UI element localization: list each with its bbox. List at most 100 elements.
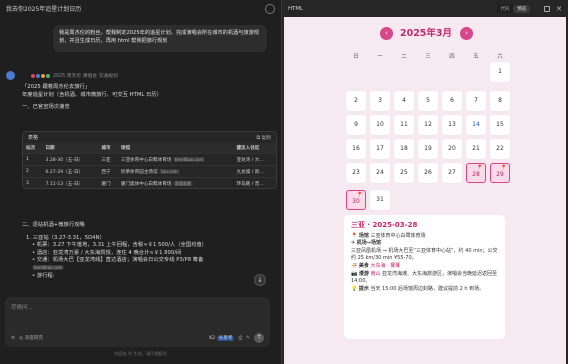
day-number: 29: [496, 171, 504, 178]
table-header: 站次: [23, 143, 43, 154]
event-title: 三亚 · 2025-03-28: [351, 221, 418, 229]
section-heading: 一、已官宣场次速览: [22, 104, 70, 110]
close-icon[interactable]: ✕: [556, 5, 562, 13]
weekday-label: 三: [425, 54, 431, 60]
refresh-icon[interactable]: [265, 3, 275, 14]
table-cell: 3: [23, 177, 43, 188]
calendar-day-today[interactable]: 14: [466, 115, 486, 135]
calendar-day[interactable]: 26: [418, 163, 438, 183]
chat-input-placeholder[interactable]: 尽情问...: [11, 303, 33, 311]
pin-icon: 📍: [351, 232, 358, 239]
calendar-day-concert[interactable]: 📍 30: [346, 190, 366, 210]
scroll-down-button[interactable]: ↓: [254, 274, 266, 286]
route-section: 二、逐站机酒+微旅行攻略 1. 三亚站（3.27-3.31，5D4N） • 机票…: [22, 222, 274, 280]
calendar-day[interactable]: 18: [394, 139, 414, 159]
source-chip[interactable]: lizu.com: [159, 168, 180, 174]
calendar-day[interactable]: 21: [466, 139, 486, 159]
table-cell: 6.27-29（五-日）: [42, 165, 99, 178]
table-cell: 厦门: [98, 177, 118, 188]
bulb-icon: 💡: [351, 285, 358, 292]
venue-text: 三亚体育中心白鹭体育场: [120, 157, 172, 163]
model-selector[interactable]: K2 长思考: [209, 335, 235, 341]
calendar-day[interactable]: 1: [490, 62, 510, 82]
table-cell: 西宁: [98, 165, 118, 178]
calendar-day[interactable]: 10: [370, 115, 390, 135]
source-chip[interactable]: bendibao.com: [32, 264, 65, 270]
calendar-day[interactable]: 20: [442, 139, 462, 159]
calendar-day[interactable]: 11: [394, 115, 414, 135]
view-toggle: 代码 预览: [496, 4, 531, 13]
weekday-label: 四: [449, 54, 455, 60]
calendar-day[interactable]: 13: [442, 115, 462, 135]
section-heading: 二、逐站机酒+微旅行攻略: [22, 222, 85, 228]
table-cell: 三亚体育中心白鹭体育场 bendibao.com: [117, 153, 234, 166]
calendar-day[interactable]: 27: [442, 163, 462, 183]
tour-row: 📷 漫游 南山 亚龙湾海滩、大东海旅游区，演唱会当晚延迟返回至 14:00。: [351, 271, 498, 286]
event-detail-card: 三亚 · 2025-03-28 📍 场馆 三亚体育中心白鹭体育场 ✈ 机场→场馆…: [344, 215, 505, 339]
calendar-canvas: ‹ 2025年3月 › 日 一 二 三 四 五 六 1 2 3 4 5 6 7 …: [284, 17, 566, 364]
food-value: 大东海 · 椰椰: [370, 262, 401, 269]
copy-button[interactable]: ⧉ 复制: [256, 134, 271, 141]
model-badge: 长思考: [216, 336, 235, 341]
day-number: 28: [472, 171, 480, 178]
sources-row[interactable]: 2025 周杰伦 演唱会 交通规划: [30, 72, 118, 79]
tip-text: 当天 15:00 后场馆周边封路，建议提前 2 h 到场。: [370, 285, 485, 292]
source-chip[interactable]: bendibao.com: [172, 156, 206, 162]
calendar-day[interactable]: 15: [490, 115, 510, 135]
calendar-day[interactable]: 24: [370, 163, 390, 183]
calendar-day[interactable]: 19: [418, 139, 438, 159]
assistant-avatar: [6, 71, 15, 80]
chat-input-box[interactable]: 尽情问... ⚙ ◎ 深度研究 K2 长思考 ⎙ ✎ ↑: [5, 297, 270, 347]
calendar-day[interactable]: 6: [442, 91, 462, 111]
calendar-day[interactable]: 31: [370, 190, 390, 210]
deep-research-button[interactable]: ◎ 深度研究: [19, 335, 43, 341]
calendar-day[interactable]: 7: [466, 91, 486, 111]
food-row: 🍜 美食 大东海 · 椰椰: [351, 263, 498, 271]
tour-line: • 游行程:: [32, 272, 55, 279]
calendar-day[interactable]: 16: [346, 139, 366, 159]
calendar-day[interactable]: 9: [346, 115, 366, 135]
expand-icon[interactable]: [544, 5, 551, 12]
calendar-day[interactable]: 8: [490, 91, 510, 111]
calendar-day-concert[interactable]: 📍 28: [466, 163, 486, 183]
calendar-day-concert[interactable]: 📍 29: [490, 163, 510, 183]
chat-title[interactable]: 我去你2025年追星计划日历: [6, 4, 265, 13]
venue-label: 场馆: [358, 232, 369, 239]
table-header: 日期: [42, 143, 99, 154]
table-cell: 1: [23, 153, 43, 166]
clip-icon[interactable]: ✎: [246, 336, 250, 341]
table-cell: 3.28-30（五-日）: [42, 153, 99, 166]
calendar-day[interactable]: 3: [370, 91, 390, 111]
preview-topbar: HTML 代码 预览 ✕: [282, 0, 568, 17]
weekday-label: 一: [377, 54, 383, 60]
calendar-day[interactable]: 2: [346, 91, 366, 111]
venue-text: 厦门奥体中心白鹭体育场: [120, 181, 172, 187]
calendar-day[interactable]: 22: [490, 139, 510, 159]
next-month-button[interactable]: ›: [460, 27, 473, 40]
send-button[interactable]: ↑: [254, 333, 264, 343]
month-title: 2025年3月: [399, 28, 453, 39]
plane-icon: ✈: [351, 240, 356, 247]
code-tab[interactable]: 代码: [497, 5, 514, 13]
table-cell: 7.11-13（五-日）: [42, 177, 99, 188]
weekday-label: 二: [401, 54, 407, 60]
source-icons: [30, 72, 51, 79]
settings-icon[interactable]: ⚙: [11, 336, 15, 341]
calendar-day[interactable]: 17: [370, 139, 390, 159]
attach-icon[interactable]: ⎙: [238, 335, 242, 341]
answer-subtitle: 年度追星计划（含机酒、城市微旅行、可交互 HTML 日历）: [22, 91, 162, 98]
tour-label: 漫游: [358, 270, 369, 277]
flight-text: 三亚凤凰机场 ⇒ 机场大巴至“三亚体育中心站”，约 40 min；公交约 25 …: [351, 247, 498, 262]
calendar-day[interactable]: 25: [394, 163, 414, 183]
calendar-day[interactable]: 4: [394, 91, 414, 111]
source-chip[interactable]: 家居家颜: [172, 180, 193, 186]
table-cell: 三亚: [98, 153, 118, 166]
flight-label: 机场→场馆: [356, 240, 381, 247]
pin-icon: 📍: [356, 192, 363, 198]
calendar-day[interactable]: 5: [418, 91, 438, 111]
html-preview-pane: HTML 代码 预览 ✕ ‹ 2025年3月 › 日 一 二 三 四 五 六 1…: [281, 0, 568, 364]
chat-pane: 我去你2025年追星计划日历 我是周杰伦的粉丝，帮我制定2025年的追星计划，完…: [0, 0, 281, 364]
preview-tab[interactable]: 预览: [513, 4, 531, 13]
calendar-day[interactable]: 12: [418, 115, 438, 135]
calendar-day[interactable]: 23: [346, 163, 366, 183]
